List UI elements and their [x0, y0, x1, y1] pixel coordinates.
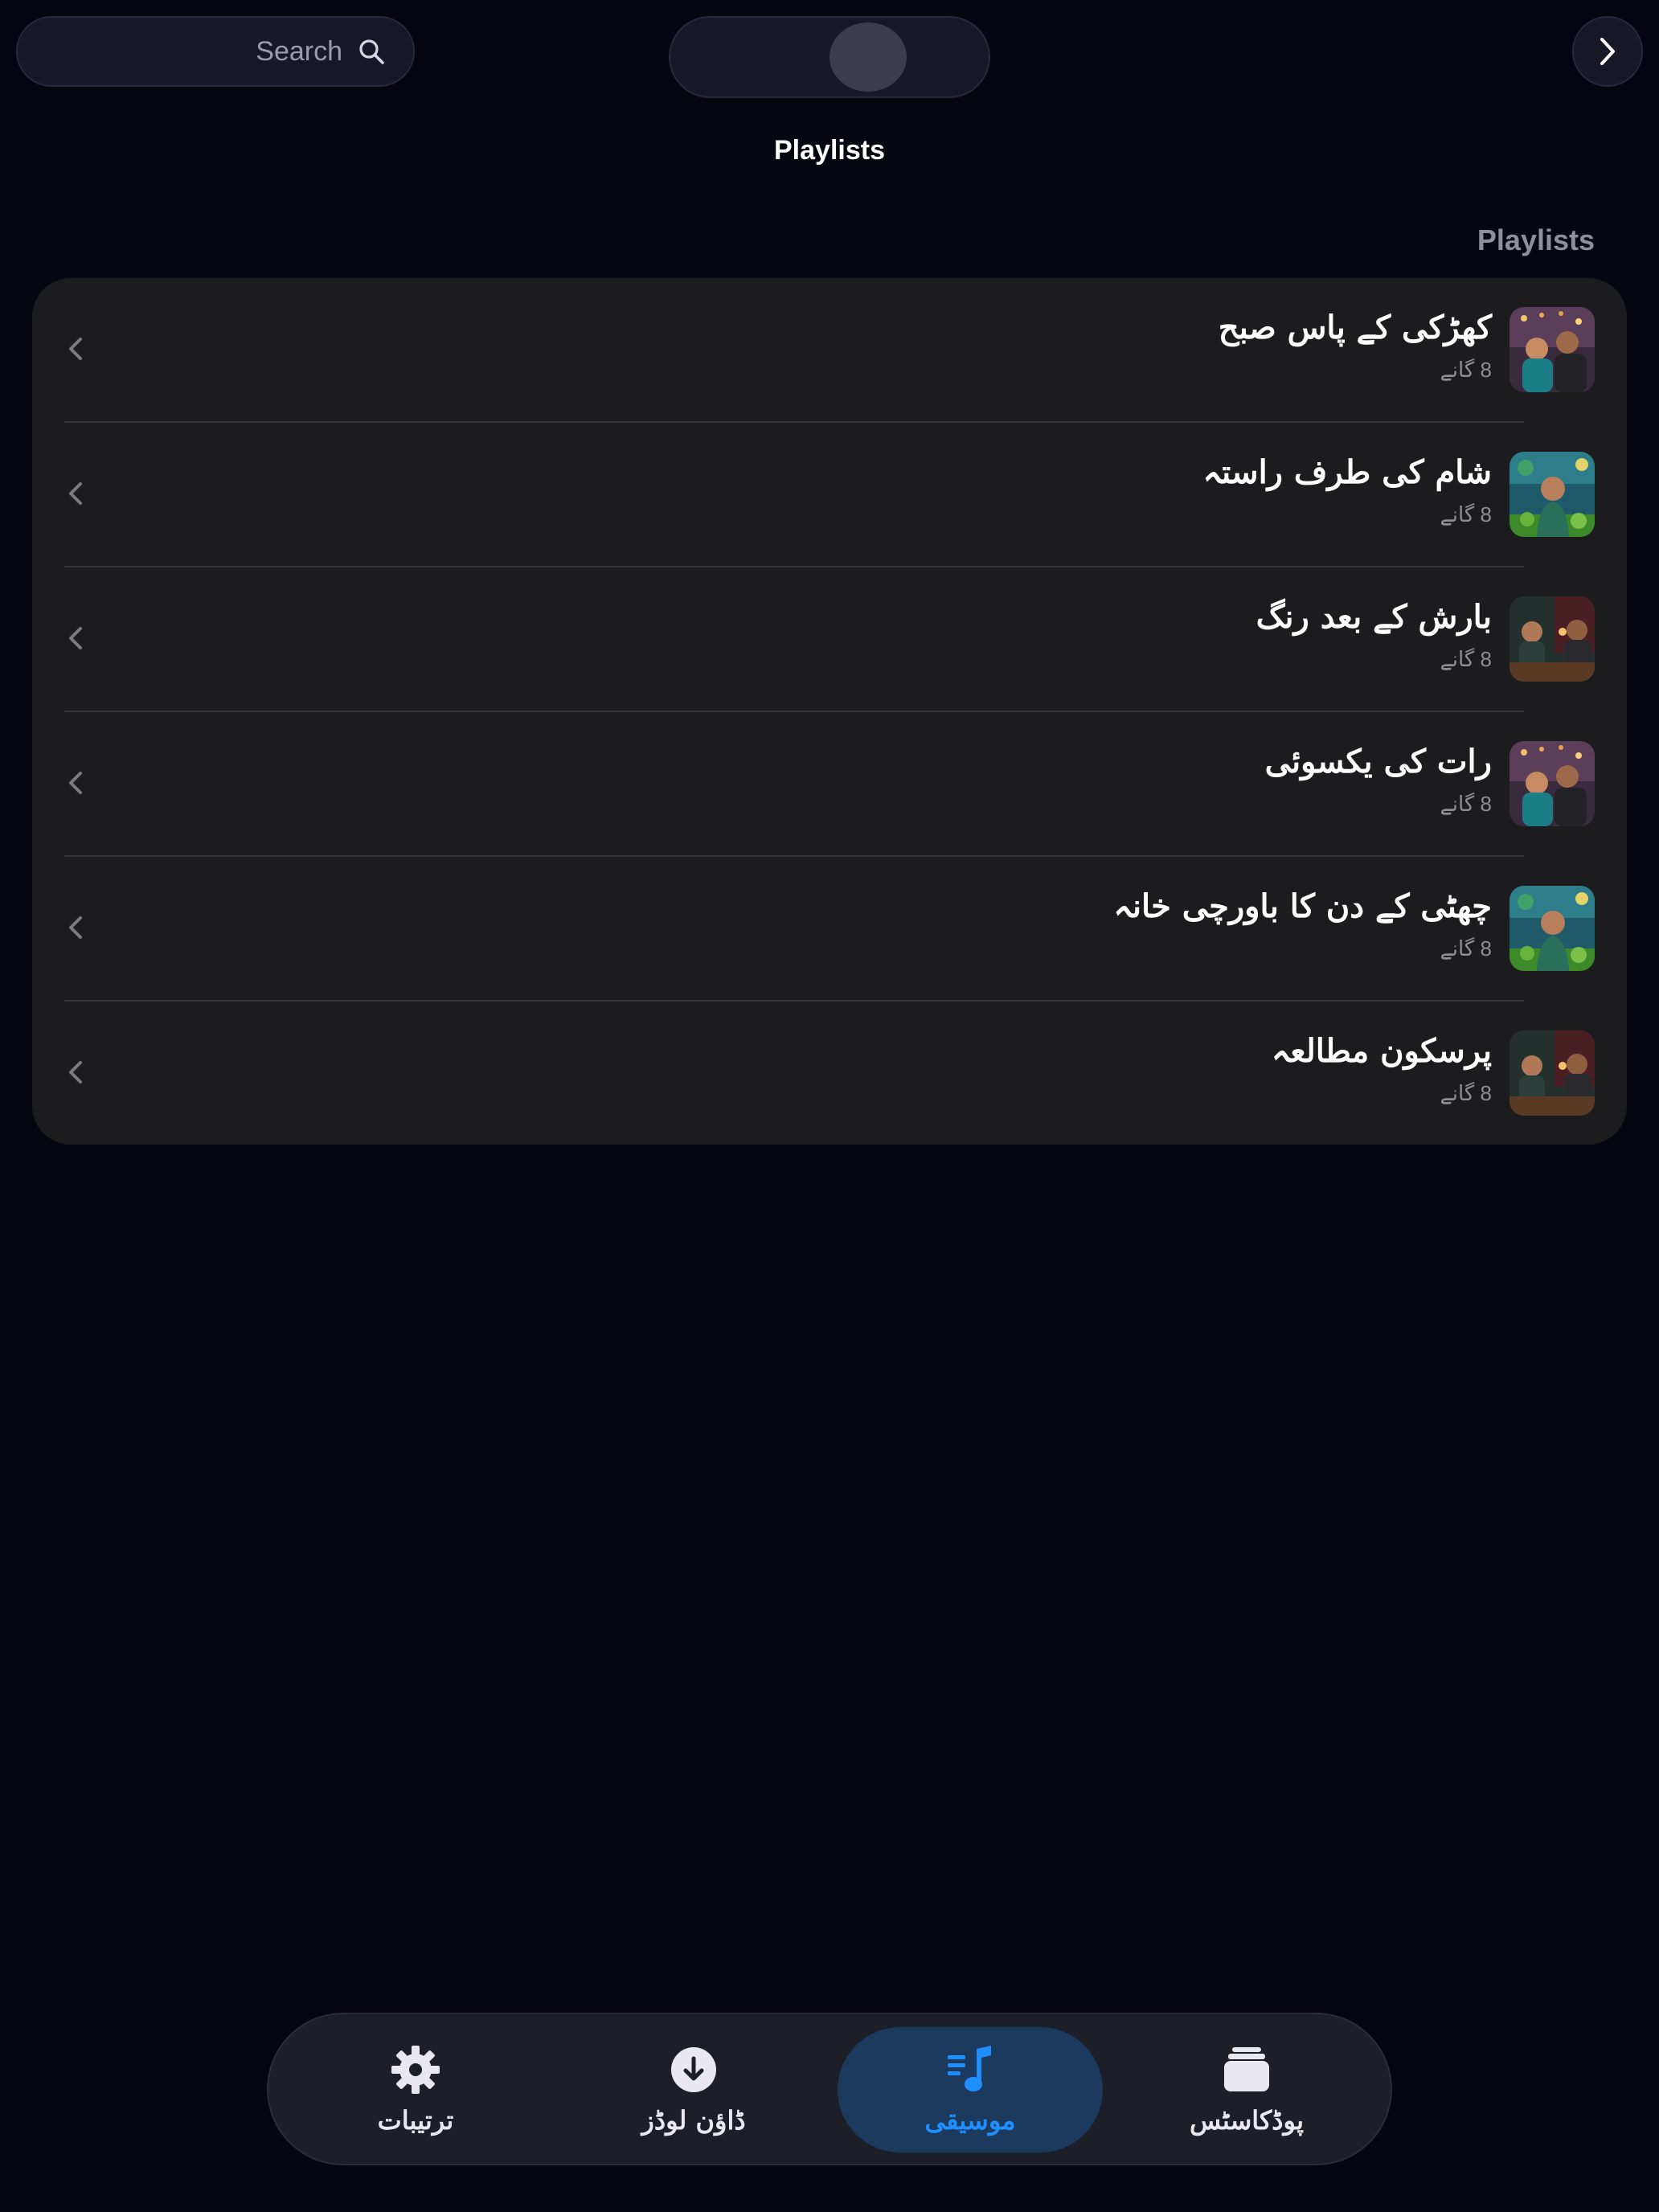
tab-label: موسیقی — [924, 2105, 1016, 2136]
playlist-song-count: 8 گانے — [1440, 1081, 1492, 1105]
playlist-song-count: 8 گانے — [1440, 792, 1492, 816]
playlist-row[interactable]: چھٹی کے دن کا باورچی خانہ 8 گانے — [32, 857, 1627, 1002]
playlist-row[interactable]: بارش کے بعد رنگ 8 گانے — [32, 567, 1627, 712]
app-screen: Search Playlists Playlists کھڑکی کے پاس … — [0, 0, 1659, 2212]
tab-label: پوڈکاسٹس — [1190, 2105, 1304, 2136]
playlist-title: شام کی طرف راستہ — [1202, 453, 1492, 491]
chevron-left-icon — [69, 916, 82, 939]
chevron-left-icon — [69, 627, 82, 649]
playlist-artwork — [1509, 452, 1595, 537]
playlist-artwork — [1509, 886, 1595, 971]
playlist-title: بارش کے بعد رنگ — [1256, 598, 1492, 636]
playlist-title: پرسکون مطالعہ — [1271, 1032, 1492, 1070]
playlist-title: کھڑکی کے پاس صبح — [1218, 309, 1492, 346]
playlist-list: کھڑکی کے پاس صبح 8 گانے شام کی طرف راستہ… — [32, 278, 1627, 1145]
playlist-artwork — [1509, 596, 1595, 682]
search-field[interactable]: Search — [16, 16, 415, 87]
playlist-artwork — [1509, 1030, 1595, 1116]
playlist-title: چھٹی کے دن کا باورچی خانہ — [1113, 887, 1492, 925]
chevron-left-icon — [69, 1061, 82, 1083]
chevron-left-icon — [69, 338, 82, 360]
search-placeholder: Search — [256, 35, 342, 67]
forward-button[interactable] — [1572, 16, 1643, 87]
search-icon — [359, 39, 384, 64]
playlist-song-count: 8 گانے — [1440, 502, 1492, 526]
playlist-row[interactable]: کھڑکی کے پاس صبح 8 گانے — [32, 278, 1627, 423]
tab-podcasts[interactable]: پوڈکاسٹس — [1114, 2027, 1379, 2153]
tab-label: ڈاؤن لوڈز — [641, 2105, 746, 2136]
gear-icon — [391, 2046, 440, 2094]
chevron-right-icon — [1600, 38, 1615, 65]
section-header: Playlists — [1477, 223, 1595, 256]
tab-music[interactable]: موسیقی — [838, 2027, 1103, 2153]
download-icon — [671, 2047, 716, 2092]
playlist-row[interactable]: شام کی طرف راستہ 8 گانے — [32, 423, 1627, 567]
chevron-left-icon — [69, 482, 82, 505]
tab-label: ترتیبات — [377, 2105, 454, 2136]
bottom-tab-bar: ترتیبات ڈاؤن لوڈز موسیقی پوڈکاسٹس — [267, 2013, 1392, 2165]
view-toggle[interactable] — [669, 16, 990, 98]
playlist-song-count: 8 گانے — [1440, 358, 1492, 382]
playlist-row[interactable]: رات کی یکسوئی 8 گانے — [32, 712, 1627, 857]
playlist-row[interactable]: پرسکون مطالعہ 8 گانے — [32, 1002, 1627, 1146]
tab-settings[interactable]: ترتیبات — [283, 2027, 548, 2153]
playlist-song-count: 8 گانے — [1440, 936, 1492, 961]
playlist-artwork — [1509, 741, 1595, 826]
page-title: Playlists — [774, 135, 885, 166]
podcast-stack-icon — [1224, 2047, 1269, 2091]
toggle-knob[interactable] — [830, 23, 907, 92]
music-note-icon — [948, 2046, 991, 2091]
chevron-left-icon — [69, 772, 82, 794]
playlist-song-count: 8 گانے — [1440, 647, 1492, 671]
playlist-title: رات کی یکسوئی — [1264, 743, 1492, 780]
tab-downloads[interactable]: ڈاؤن لوڈز — [561, 2027, 826, 2153]
playlist-artwork — [1509, 307, 1595, 392]
